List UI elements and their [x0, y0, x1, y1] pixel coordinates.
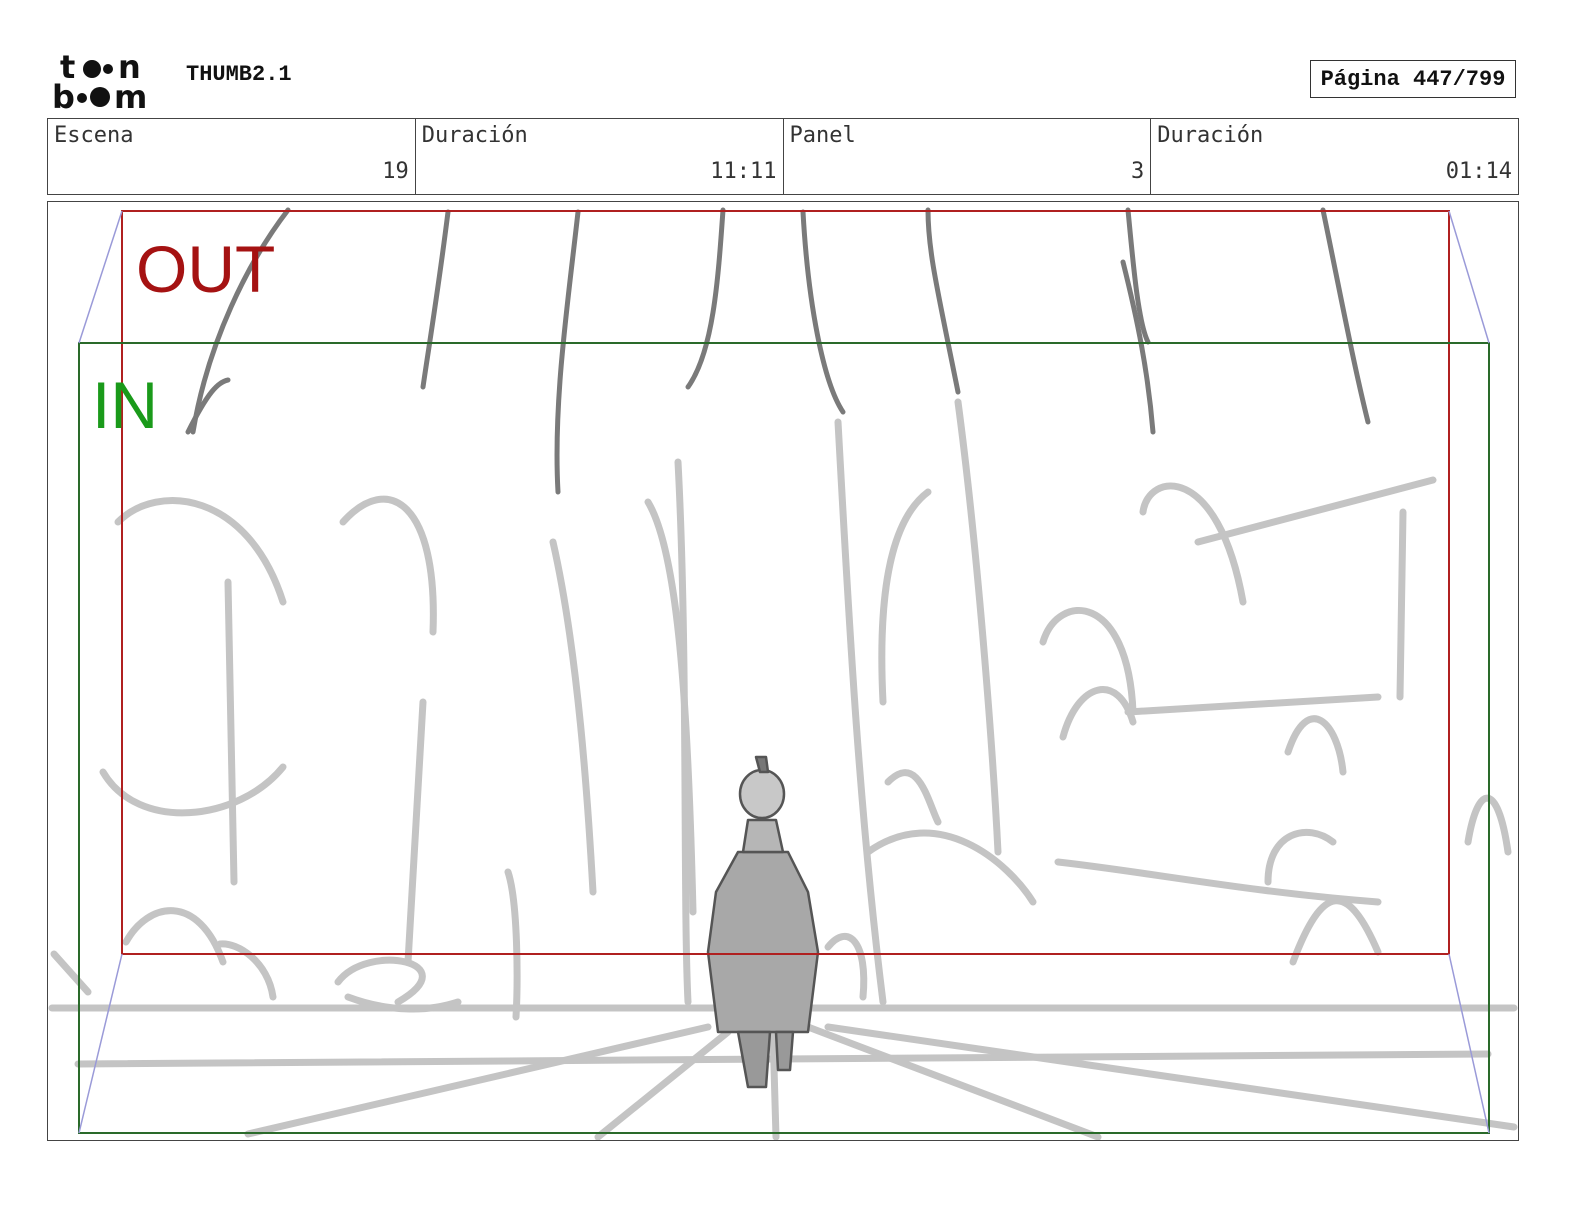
page-indicator: Página 447/799 [1310, 60, 1516, 98]
scene-cell: Escena 19 [48, 119, 416, 194]
scene-value: 19 [382, 159, 409, 184]
svg-text:b: b [52, 78, 75, 112]
out-frame [121, 210, 1450, 955]
tree-strokes [185, 207, 1371, 495]
scene-label: Escena [54, 123, 134, 148]
panel-duration-label: Duración [1157, 123, 1264, 148]
storyboard-sketch: OUT IN [48, 207, 1518, 1140]
scene-info-table: Escena 19 Duración 11:11 Panel 3 Duració… [47, 118, 1519, 195]
document-title: THUMB2.1 [186, 62, 292, 87]
svg-text:m: m [114, 78, 147, 112]
toon-boom-logo: t n b m [52, 52, 147, 112]
panel-duration-cell: Duración 01:14 [1151, 119, 1518, 194]
panel-label: Panel [789, 123, 856, 148]
panel-cell: Panel 3 [784, 119, 1152, 194]
out-label: OUT [136, 232, 275, 306]
scene-duration-value: 11:11 [710, 159, 777, 184]
scene-duration-label: Duración [421, 123, 528, 148]
in-label: IN [92, 368, 158, 442]
storyboard-panel: OUT IN [47, 201, 1519, 1141]
panel-duration-value: 01:14 [1445, 159, 1512, 184]
panel-value: 3 [1131, 159, 1145, 184]
scene-duration-cell: Duración 11:11 [416, 119, 784, 194]
